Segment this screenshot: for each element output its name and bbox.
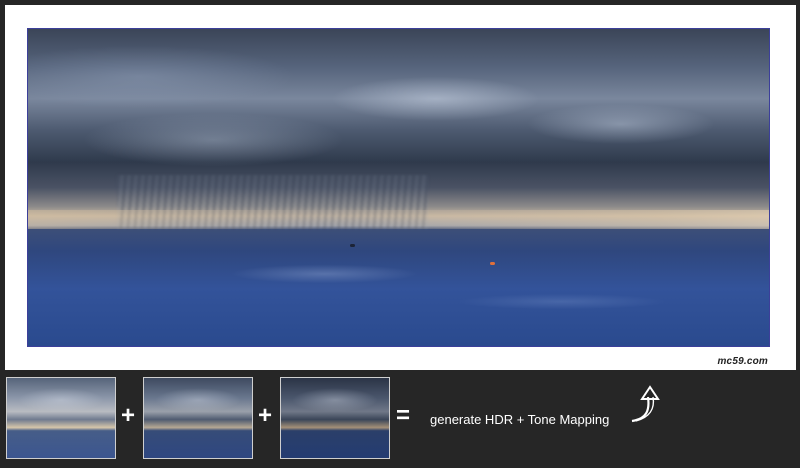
thumb-cloud <box>154 387 242 412</box>
exposure-thumbnail-1 <box>6 377 116 459</box>
boat-orange <box>490 262 495 265</box>
thumb-cloud <box>17 387 105 412</box>
watermark: mc59.com <box>717 356 768 367</box>
horizon-glow <box>28 209 769 229</box>
boat-dark <box>350 244 355 247</box>
exposure-thumbnail-2 <box>143 377 253 459</box>
plus-sign-1: + <box>121 402 136 429</box>
equals-sign: = <box>396 402 411 429</box>
exposure-thumbnail-3 <box>280 377 390 459</box>
curved-up-arrow-icon <box>631 385 660 423</box>
hdr-caption: generate HDR + Tone Mapping <box>430 412 610 427</box>
thumb-cloud <box>291 387 379 412</box>
plus-sign-2: + <box>258 402 273 429</box>
hdr-result-photo <box>27 28 770 347</box>
photo-frame: mc59.com <box>5 5 796 370</box>
sea-shimmer <box>28 235 769 346</box>
